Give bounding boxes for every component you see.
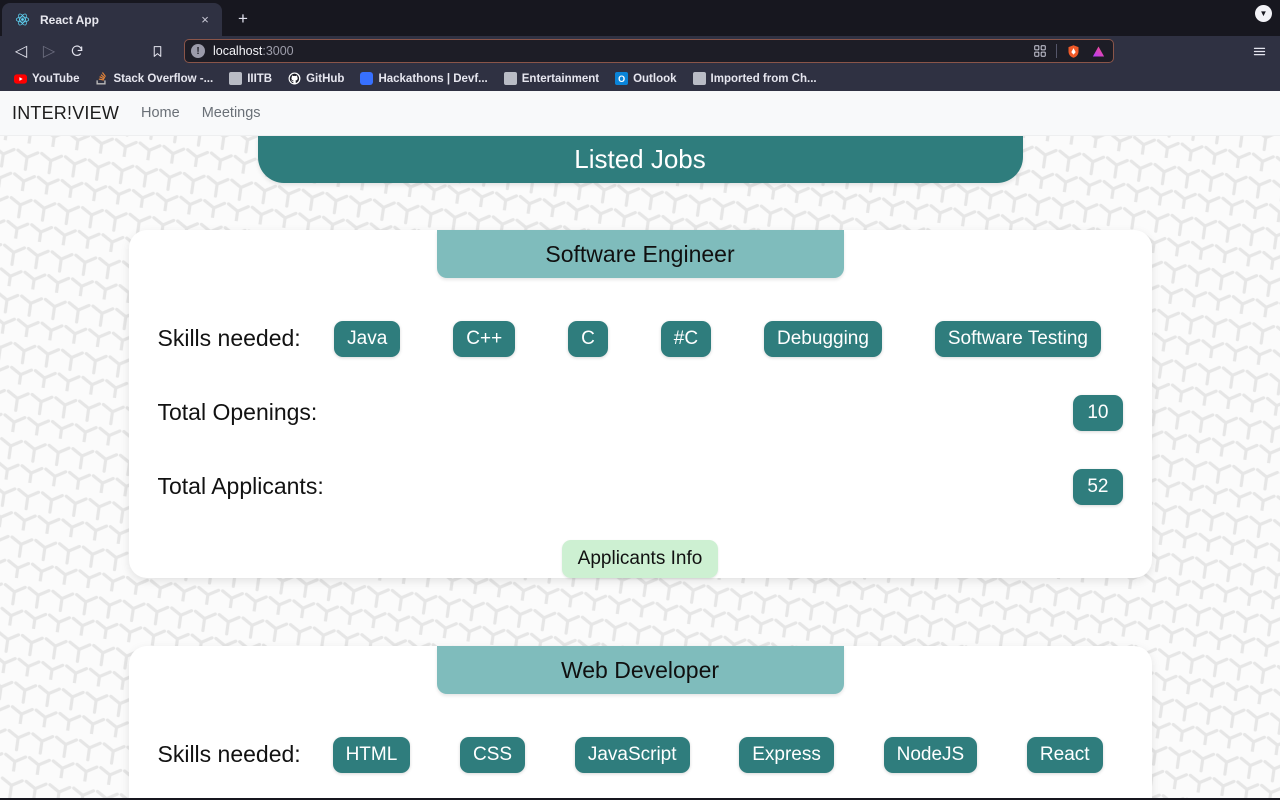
forward-icon[interactable]: ▷: [36, 39, 62, 63]
close-icon[interactable]: ×: [196, 11, 214, 29]
applicants-value: 52: [1073, 468, 1123, 505]
url-host: localhost: [213, 44, 263, 58]
browser-tab[interactable]: React App ×: [2, 3, 222, 36]
job-title: Web Developer: [436, 646, 844, 694]
job-title: Software Engineer: [436, 230, 844, 278]
page-title-banner: Listed Jobs: [257, 136, 1023, 183]
folder-icon: [692, 72, 706, 85]
bookmark-label: Hackathons | Devf...: [378, 72, 488, 85]
bookmark-item[interactable]: O Outlook: [609, 70, 682, 87]
skill-chip[interactable]: Java: [334, 321, 401, 357]
skill-chip[interactable]: CSS: [460, 737, 526, 773]
devfolio-icon: [360, 72, 374, 85]
skills-row: Skills needed: Java C++ C #C Debugging S…: [152, 321, 1129, 357]
bookmark-label: Entertainment: [521, 72, 600, 85]
card-actions: Applicants Info: [152, 539, 1129, 578]
bookmark-label: Imported from Ch...: [710, 72, 817, 85]
skill-chip[interactable]: JavaScript: [574, 737, 690, 773]
skill-chip-list: Java C++ C #C Debugging Software Testing: [301, 321, 1123, 357]
openings-row: Total Openings: 10: [152, 394, 1129, 431]
url-port: :3000: [262, 44, 294, 58]
skill-chip[interactable]: React: [1026, 737, 1103, 773]
skill-chip[interactable]: Debugging: [764, 321, 882, 357]
applicants-row: Total Applicants: 52: [152, 468, 1129, 505]
bookmark-label: Outlook: [633, 72, 677, 85]
stackoverflow-icon: [95, 72, 108, 85]
browser-menu-icon[interactable]: [1246, 39, 1272, 63]
browser-chrome: React App × + ▼ ◁ ▷ ! localhost:3000 You…: [0, 0, 1280, 91]
folder-icon: [229, 72, 243, 85]
skill-chip[interactable]: NodeJS: [883, 737, 978, 773]
bookmark-label: Stack Overflow -...: [113, 72, 214, 85]
openings-value: 10: [1073, 394, 1123, 431]
address-bar[interactable]: ! localhost:3000: [184, 39, 1114, 63]
divider: [1056, 44, 1057, 58]
skills-label: Skills needed:: [157, 741, 301, 768]
youtube-icon: [14, 72, 27, 85]
bookmark-item[interactable]: IIITB: [223, 70, 278, 87]
applicants-info-button[interactable]: Applicants Info: [561, 539, 719, 578]
skills-label: Skills needed:: [157, 325, 301, 352]
bookmark-item[interactable]: GitHub: [282, 70, 350, 87]
bookmark-label: GitHub: [306, 72, 345, 85]
window-control-icon[interactable]: ▼: [1255, 5, 1272, 22]
window-controls: ▼: [1255, 5, 1272, 22]
bookmark-icon[interactable]: [144, 39, 170, 63]
bookmark-label: IIITB: [247, 72, 273, 85]
page-viewport: INTER!VIEW Home Meetings Listed Jobs Sof…: [0, 91, 1280, 798]
skills-row: Skills needed: HTML CSS JavaScript Expre…: [152, 737, 1129, 773]
skill-chip-list: HTML CSS JavaScript Express NodeJS React: [301, 737, 1123, 773]
skill-chip[interactable]: #C: [660, 321, 712, 357]
applicants-label: Total Applicants:: [157, 473, 324, 500]
skill-chip[interactable]: Express: [739, 737, 834, 773]
skill-chip[interactable]: C: [568, 321, 608, 357]
bookmark-label: YouTube: [32, 72, 80, 85]
back-icon[interactable]: ◁: [8, 39, 34, 63]
new-tab-button[interactable]: +: [230, 6, 256, 32]
bookmark-item[interactable]: Entertainment: [498, 70, 605, 87]
react-icon: [14, 12, 30, 28]
tab-title: React App: [40, 12, 99, 27]
tab-strip: React App × + ▼: [0, 0, 1280, 36]
skill-chip[interactable]: C++: [453, 321, 516, 357]
bookmark-item[interactable]: Hackathons | Devf...: [354, 70, 493, 87]
bookmark-item[interactable]: Stack Overflow -...: [89, 70, 219, 87]
url-text: localhost:3000: [213, 44, 1023, 58]
brand-logo[interactable]: INTER!VIEW: [12, 103, 119, 124]
nav-link-home[interactable]: Home: [141, 105, 180, 121]
outlook-icon: O: [615, 72, 629, 85]
github-icon: [288, 72, 301, 85]
skill-chip[interactable]: HTML: [332, 737, 411, 773]
bookmarks-bar: YouTube Stack Overflow -... IIITB GitHub…: [0, 66, 1280, 91]
folder-icon: [503, 72, 517, 85]
app-navbar: INTER!VIEW Home Meetings: [0, 91, 1280, 136]
navigation-toolbar: ◁ ▷ ! localhost:3000: [0, 36, 1280, 66]
site-info-icon[interactable]: !: [191, 44, 205, 58]
bookmark-item[interactable]: Imported from Ch...: [687, 70, 823, 87]
main-content: Listed Jobs Software Engineer Skills nee…: [0, 136, 1280, 798]
brave-shield-icon[interactable]: [1064, 42, 1082, 60]
reload-icon[interactable]: [64, 39, 90, 63]
address-bar-actions: [1031, 42, 1107, 60]
extension-icon[interactable]: [1089, 42, 1107, 60]
nav-link-meetings[interactable]: Meetings: [202, 105, 261, 121]
bookmark-item[interactable]: YouTube: [8, 70, 85, 87]
qr-code-icon[interactable]: [1031, 42, 1049, 60]
job-card: Web Developer Skills needed: HTML CSS Ja…: [128, 646, 1152, 798]
job-card: Software Engineer Skills needed: Java C+…: [128, 230, 1152, 578]
openings-label: Total Openings:: [157, 399, 318, 426]
skill-chip[interactable]: Software Testing: [934, 321, 1101, 357]
